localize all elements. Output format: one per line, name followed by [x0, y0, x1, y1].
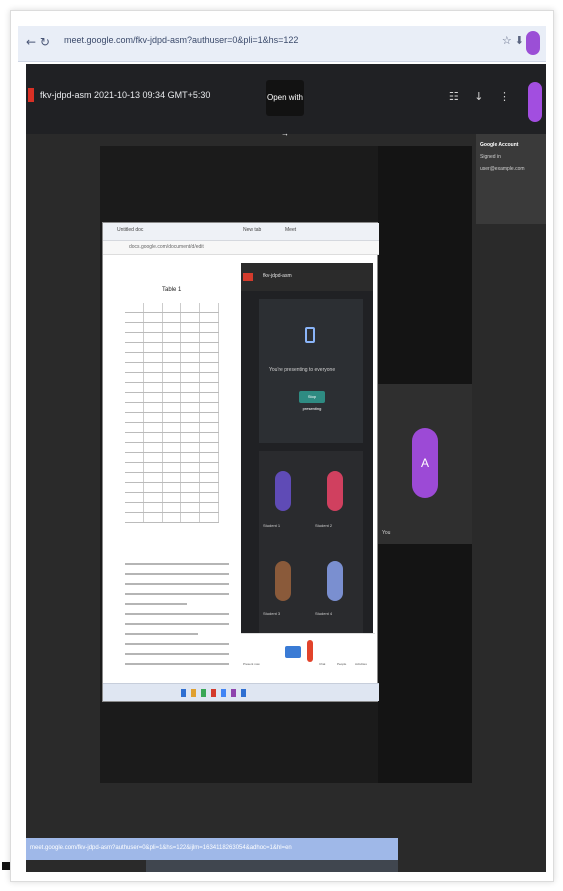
taskbar-icon-1[interactable] — [181, 689, 186, 697]
account-detail: Signed in — [480, 154, 501, 160]
shared-tab-2: New tab — [243, 227, 262, 233]
dock-label-activities: Activities — [355, 662, 367, 666]
taskbar-icon-5[interactable] — [221, 689, 226, 697]
presenting-text: You're presenting to everyone — [269, 367, 336, 373]
document-body-lines — [125, 563, 229, 673]
present-now-button[interactable] — [285, 646, 301, 658]
meeting-title: fkv-jdpd-asm 2021-10-13 09:34 GMT+5:30 — [40, 90, 211, 100]
account-avatar[interactable] — [528, 82, 542, 122]
dock-label-present: Present now — [243, 662, 260, 666]
leave-call-button[interactable] — [307, 640, 313, 662]
phone-present-icon — [305, 327, 315, 343]
account-popup: Google Account Signed in user@example.co… — [476, 134, 546, 224]
participant-avatar-3[interactable] — [275, 561, 291, 601]
meet-control-dock: Present now Chat People Activities — [241, 633, 375, 673]
participant-name-1: Student 1 — [263, 523, 281, 528]
toolbar-icons[interactable]: ☷ ↓ ⋮ — [449, 90, 516, 103]
shared-tab-1: Untitled doc — [117, 227, 144, 233]
bookmark-download-icons[interactable]: ☆ ⬇ — [502, 34, 524, 47]
meet-side-panel: fkv-jdpd-asm You're presenting to everyo… — [241, 263, 373, 667]
participant-name-4: Student 4 — [315, 611, 333, 616]
meet-top-bar: fkv-jdpd-asm 2021-10-13 09:34 GMT+5:30 O… — [26, 64, 546, 138]
dock-label-people: People — [337, 662, 347, 666]
participant-name-2: Student 2 — [315, 523, 333, 528]
meet-logo-icon — [243, 273, 253, 281]
participant-name-3: Student 3 — [263, 611, 281, 616]
profile-avatar[interactable] — [526, 31, 540, 55]
url-banner[interactable]: meet.google.com/fkv-jdpd-asm?authuser=0&… — [26, 838, 398, 860]
back-reload-icons[interactable]: ← ↻ — [26, 35, 50, 49]
participant-avatar-2[interactable] — [327, 471, 343, 511]
document-page: Table 1 — [107, 263, 237, 683]
participant-avatar: A — [412, 428, 438, 498]
dock-label-chat: Chat — [319, 662, 326, 666]
stop-presenting-button[interactable]: Stop presenting — [299, 391, 325, 411]
address-bar[interactable]: meet.google.com/fkv-jdpd-asm?authuser=0&… — [64, 35, 298, 45]
taskbar-icon-7[interactable] — [241, 689, 246, 697]
participant-avatar-1[interactable] — [275, 471, 291, 511]
taskbar-icon-6[interactable] — [231, 689, 236, 697]
windows-taskbar — [103, 683, 379, 701]
meet-panel-header: fkv-jdpd-asm — [241, 263, 373, 291]
document-heading: Table 1 — [162, 287, 182, 293]
account-email: user@example.com — [480, 166, 525, 172]
bottom-strip-segment — [146, 860, 398, 872]
shared-tab-3: Meet — [285, 227, 297, 233]
taskbar-icon-2[interactable] — [191, 689, 196, 697]
open-with-button[interactable]: Open with → — [266, 80, 304, 138]
presenting-notice: You're presenting to everyone Stop prese… — [259, 299, 363, 443]
participant-avatar-4[interactable] — [327, 561, 343, 601]
shared-url-bar: docs.google.com/document/d/edit — [103, 241, 379, 255]
meet-panel-title: fkv-jdpd-asm — [263, 273, 292, 279]
account-name: Google Account — [480, 142, 519, 148]
participant-tile-label: You — [382, 530, 391, 536]
shared-screen: Untitled doc New tab Meet docs.google.co… — [102, 222, 379, 702]
url-banner-text: meet.google.com/fkv-jdpd-asm?authuser=0&… — [30, 845, 292, 851]
bottom-strip-marker — [2, 862, 10, 870]
taskbar-icon-3[interactable] — [201, 689, 206, 697]
recording-icon — [28, 88, 34, 102]
document-table — [125, 303, 219, 523]
taskbar-icon-4[interactable] — [211, 689, 216, 697]
shared-browser-tabs: Untitled doc New tab Meet — [103, 223, 379, 241]
shared-url-text: docs.google.com/document/d/edit — [129, 244, 204, 250]
browser-toolbar: ← ↻ meet.google.com/fkv-jdpd-asm?authuse… — [18, 26, 546, 62]
